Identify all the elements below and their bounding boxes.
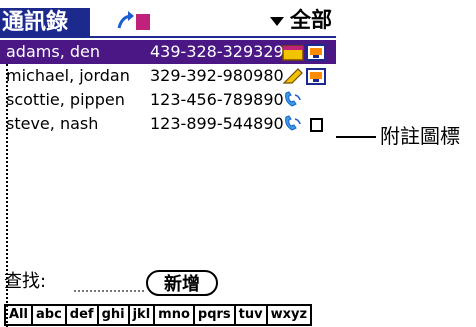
note-icon[interactable] bbox=[305, 115, 327, 133]
contact-icons bbox=[282, 91, 304, 109]
phone-handset-icon bbox=[282, 91, 304, 109]
app-title[interactable]: 通訊錄 bbox=[0, 8, 90, 38]
dropdown-arrow-icon bbox=[270, 16, 284, 26]
contact-card-icon bbox=[305, 43, 327, 61]
calendar-icon bbox=[282, 43, 304, 61]
find-label: 查找: bbox=[4, 271, 47, 292]
palm-address-book: 通訊錄 全部 adams, den 439-328-329329 michael, … bbox=[0, 0, 336, 327]
contact-name: scottie, pippen bbox=[6, 90, 125, 109]
alpha-index-button[interactable]: ghi bbox=[96, 304, 130, 326]
contact-row[interactable]: adams, den 439-328-329329 bbox=[0, 40, 336, 64]
title-underline bbox=[88, 36, 336, 38]
contact-name: michael, jordan bbox=[6, 66, 130, 85]
sync-icon[interactable] bbox=[116, 8, 152, 32]
find-input[interactable] bbox=[74, 288, 144, 292]
callout-label: 附註圖標 bbox=[380, 124, 460, 148]
alpha-index-button[interactable]: mno bbox=[153, 304, 195, 326]
contact-phone: 123-456-789890 bbox=[150, 90, 284, 109]
contact-row[interactable]: steve, nash 123-899-544890 bbox=[0, 112, 336, 136]
contact-name: steve, nash bbox=[6, 114, 99, 133]
contact-icons bbox=[282, 67, 327, 85]
contact-phone: 439-328-329329 bbox=[150, 42, 284, 61]
new-button[interactable]: 新增 bbox=[146, 270, 218, 296]
category-dropdown[interactable]: 全部 bbox=[270, 6, 332, 34]
alpha-index-button[interactable]: tuv bbox=[233, 304, 268, 326]
alpha-index-button[interactable]: All bbox=[4, 304, 33, 326]
pencil-icon bbox=[282, 67, 304, 85]
callout-line bbox=[336, 136, 376, 138]
phone-handset-icon bbox=[282, 115, 304, 133]
contact-phone: 329-392-980980 bbox=[150, 66, 284, 85]
category-label: 全部 bbox=[290, 8, 332, 32]
alpha-index-button[interactable]: def bbox=[64, 304, 99, 326]
contact-row[interactable]: michael, jordan 329-392-980980 bbox=[0, 64, 336, 88]
contact-row[interactable]: scottie, pippen 123-456-789890 bbox=[0, 88, 336, 112]
alpha-index-button[interactable]: wxyz bbox=[265, 304, 313, 326]
alpha-index-button[interactable]: pqrs bbox=[192, 304, 236, 326]
contact-phone: 123-899-544890 bbox=[150, 114, 284, 133]
contact-name: adams, den bbox=[6, 42, 100, 61]
alpha-index-button[interactable]: jkl bbox=[127, 304, 156, 326]
contact-card-icon bbox=[305, 67, 327, 85]
contact-icons bbox=[282, 43, 327, 61]
contact-icons bbox=[282, 115, 327, 133]
title-bar: 通訊錄 全部 bbox=[0, 0, 336, 40]
alphabet-index-bar: All abc def ghi jkl mno pqrs tuv wxyz bbox=[4, 304, 313, 326]
contact-list: adams, den 439-328-329329 michael, jordan 3… bbox=[0, 40, 336, 136]
alpha-index-button[interactable]: abc bbox=[30, 304, 67, 326]
